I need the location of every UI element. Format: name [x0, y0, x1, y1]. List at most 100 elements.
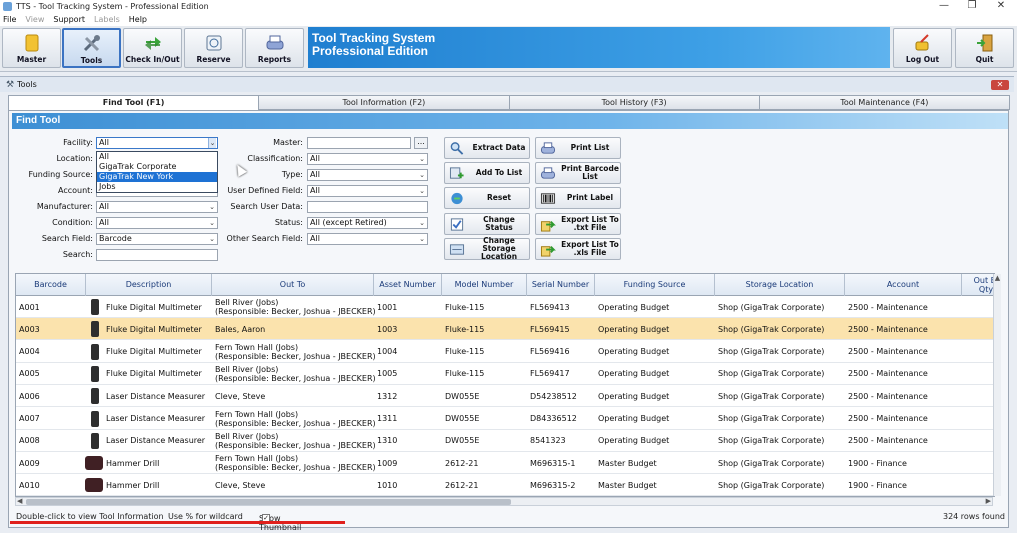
other-search-field-value: All [310, 234, 320, 243]
menu-labels[interactable]: Labels [94, 15, 120, 24]
check-in-out-button[interactable]: Check In/Out [123, 28, 182, 68]
barcode-icon [540, 192, 556, 204]
cell-asset-number: 1311 [377, 414, 398, 423]
cell-barcode: A008 [19, 436, 40, 446]
scroll-up-icon[interactable]: ▲ [994, 274, 1001, 282]
column-header-serial-number[interactable]: Serial Number [527, 274, 595, 296]
status-select[interactable]: All (except Retired) ⌄ [307, 217, 428, 229]
grid-horizontal-scrollbar[interactable]: ◀ ▶ [15, 497, 993, 506]
tool-thumbnail-icon [91, 432, 99, 449]
cell-barcode: A003 [19, 324, 40, 334]
user-defined-field-select[interactable]: All ⌄ [307, 185, 428, 197]
printer-icon [266, 35, 283, 50]
master-input[interactable] [307, 137, 411, 149]
export-xls-button[interactable]: Export List To .xls File [535, 238, 621, 260]
table-row[interactable]: A007 Laser Distance Measurer Fern Town Hal… [16, 408, 994, 430]
table-row[interactable]: A009 Hammer Drill Fern Town Hall (Jobs) (Re… [16, 452, 994, 475]
table-row[interactable]: A004 Fluke Digital Multimeter Fern Town Ha… [16, 341, 994, 363]
status-value: All (except Retired) [310, 218, 387, 227]
table-row[interactable]: A008 Laser Distance Measurer Bell River (J… [16, 430, 994, 452]
chevron-down-icon[interactable]: ⌄ [418, 170, 426, 180]
quit-button[interactable]: Quit [955, 28, 1014, 68]
facility-option-new-york[interactable]: GigaTrak New York [97, 172, 217, 182]
add-to-list-button[interactable]: Add To List [444, 162, 530, 184]
out-to-line2: (Responsible: Becker, Joshua - JBECKER) [215, 418, 376, 428]
cell-account: 2500 - Maintenance [848, 414, 928, 423]
type-select[interactable]: All ⌄ [307, 169, 428, 181]
app-icon [3, 2, 12, 11]
chevron-down-icon[interactable]: ⌄ [418, 154, 426, 164]
manufacturer-select[interactable]: All ⌄ [96, 201, 218, 213]
status-hint-double-click: Double-click to view Tool Information [16, 512, 164, 521]
change-status-button[interactable]: Change Status [444, 213, 530, 235]
column-header-storage-location[interactable]: Storage Location [715, 274, 845, 296]
column-header-account[interactable]: Account [845, 274, 962, 296]
horizontal-scroll-thumb[interactable] [26, 499, 511, 505]
column-header-out-to[interactable]: Out To [212, 274, 374, 296]
print-label-button[interactable]: Print Label [535, 187, 621, 209]
cell-out-to: Cleve, Steve [212, 474, 378, 496]
column-header-barcode[interactable]: Barcode [16, 274, 86, 296]
facility-option-corporate[interactable]: GigaTrak Corporate [97, 162, 217, 172]
location-label: Location: [56, 154, 93, 163]
tab-tool-history[interactable]: Tool History (F3) [508, 95, 760, 110]
column-header-out-by-qty[interactable]: Out BiQty [962, 274, 994, 296]
scroll-left-icon[interactable]: ◀ [17, 497, 22, 505]
search-input[interactable] [96, 249, 218, 261]
facility-option-jobs[interactable]: Jobs [97, 182, 217, 192]
condition-select[interactable]: All ⌄ [96, 217, 218, 229]
cell-barcode: A010 [19, 480, 40, 490]
chevron-down-icon[interactable]: ⌄ [418, 218, 426, 228]
tab-tool-information[interactable]: Tool Information (F2) [258, 95, 510, 110]
scroll-right-icon[interactable]: ▶ [986, 497, 991, 505]
column-header-description[interactable]: Description [86, 274, 212, 296]
cell-serial-number: D84336512 [530, 414, 577, 423]
extract-data-button[interactable]: Extract Data [444, 137, 530, 159]
cell-storage-location: Shop (GigaTrak Corporate) [718, 302, 825, 312]
tools-button[interactable]: Tools [62, 28, 121, 68]
menu-help[interactable]: Help [129, 15, 147, 24]
cell-asset-number: 1004 [377, 347, 398, 357]
close-button[interactable]: ✕ [987, 0, 1015, 13]
facility-select[interactable]: All ⌄ [96, 137, 218, 149]
table-row[interactable]: A010 Hammer Drill Cleve, Steve 1010 2612-21 M… [16, 474, 994, 496]
search-user-data-input[interactable] [307, 201, 428, 213]
logout-button[interactable]: Log Out [893, 28, 952, 68]
menu-view[interactable]: View [25, 15, 44, 24]
master-button[interactable]: Master [2, 28, 61, 68]
tab-find-tool[interactable]: Find Tool (F1) [8, 95, 260, 110]
menu-file[interactable]: File [3, 15, 16, 24]
reset-button[interactable]: Reset [444, 187, 530, 209]
minimize-button[interactable]: — [930, 0, 958, 13]
classification-select[interactable]: All ⌄ [307, 153, 428, 165]
export-txt-button[interactable]: Export List To .txt File [535, 213, 621, 235]
status-hint-wildcard: Use % for wildcard [168, 512, 243, 521]
column-header-asset-number[interactable]: Asset Number [374, 274, 442, 296]
table-row[interactable]: A006 Laser Distance Measurer Cleve, Steve 1… [16, 385, 994, 408]
other-search-field-select[interactable]: All ⌄ [307, 233, 428, 245]
cell-out-to: Fern Town Hall (Jobs) (Responsible: Becke… [212, 452, 378, 474]
tab-tool-maintenance[interactable]: Tool Maintenance (F4) [758, 95, 1010, 110]
maximize-button[interactable]: ❐ [958, 0, 986, 13]
column-header-model-number[interactable]: Model Number [442, 274, 527, 296]
cell-model-number: Fluke-115 [445, 347, 485, 357]
chevron-down-icon[interactable]: ⌄ [418, 234, 426, 244]
cell-funding-source: Operating Budget [598, 302, 670, 312]
grid-vertical-scrollbar[interactable]: ▲ [993, 274, 1001, 496]
table-row[interactable]: A003 Fluke Digital Multimeter Bales, Aaron… [16, 318, 994, 341]
facility-option-all[interactable]: All [97, 152, 217, 162]
menu-support[interactable]: Support [53, 15, 85, 24]
print-list-button[interactable]: Print List [535, 137, 621, 159]
reports-button[interactable]: Reports [245, 28, 304, 68]
change-storage-location-button[interactable]: Change Storage Location [444, 237, 530, 261]
chevron-down-icon[interactable]: ⌄ [418, 186, 426, 196]
tools-window-close-icon[interactable]: ✕ [991, 80, 1009, 90]
master-browse-button[interactable]: ... [414, 137, 428, 149]
cell-out-to: Bell River (Jobs) (Responsible: Becker, J… [212, 430, 378, 452]
table-row[interactable]: A001 Fluke Digital Multimeter Bell River (… [16, 296, 994, 318]
search-field-select[interactable]: Barcode ⌄ [96, 233, 218, 245]
print-barcode-list-button[interactable]: Print Barcode List [535, 162, 621, 184]
reserve-button[interactable]: Reserve [184, 28, 243, 68]
column-header-funding-source[interactable]: Funding Source [595, 274, 715, 296]
table-row[interactable]: A005 Fluke Digital Multimeter Bell River (… [16, 363, 994, 385]
